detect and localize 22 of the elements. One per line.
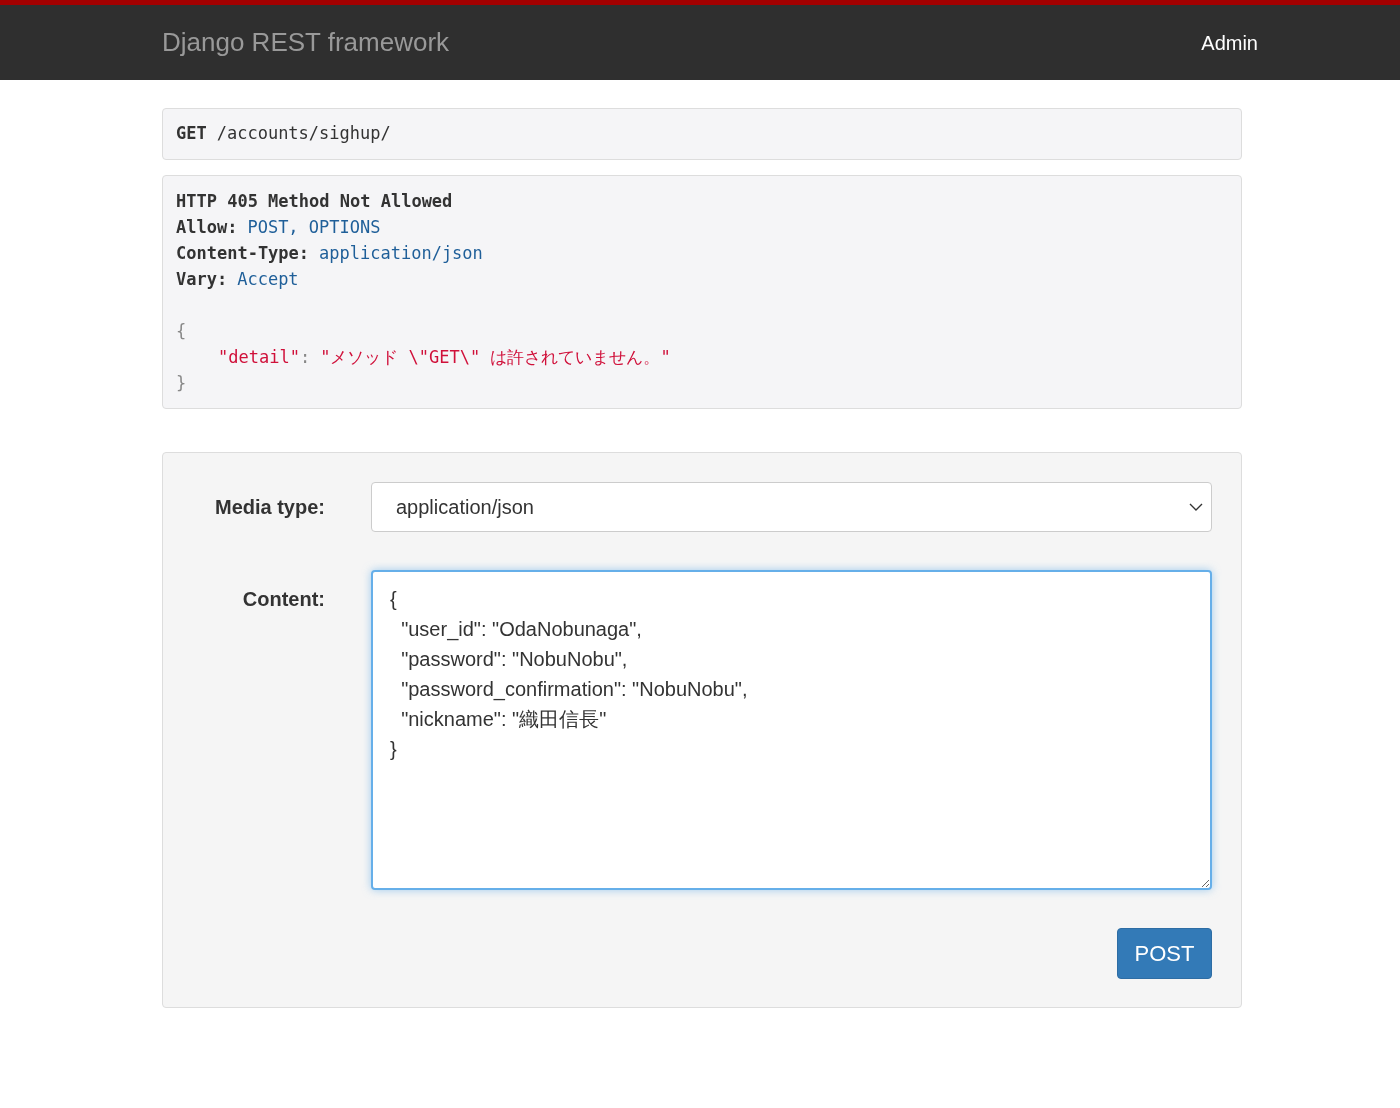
request-path: /accounts/sighup/	[216, 122, 391, 146]
request-method: GET	[176, 122, 207, 146]
json-value: "メソッド \"GET\" は許されていません。"	[320, 346, 671, 369]
content-field[interactable]: { "user_id": "OdaNobunaga", "password": "NobuNobu", "password_confirmation": "NobuNobu", "nickname": "織田信長" }	[371, 570, 1212, 890]
json-colon: :	[299, 346, 311, 369]
header-value: application/json	[319, 242, 483, 265]
header-value: POST, OPTIONS	[247, 216, 381, 239]
brand-title[interactable]: Django REST framework	[162, 23, 450, 62]
user-menu[interactable]: Admin	[1201, 27, 1258, 58]
media-type-label: Media type:	[213, 495, 325, 520]
header-name: Content-Type:	[176, 242, 310, 265]
post-button[interactable]: POST	[1117, 928, 1212, 979]
json-brace: }	[176, 372, 187, 395]
json-key: "detail"	[218, 344, 300, 370]
header-name: Allow:	[176, 216, 238, 239]
header-name: Vary:	[176, 268, 228, 291]
json-brace: {	[176, 320, 187, 343]
header-value: Accept	[237, 268, 299, 291]
response-status: HTTP 405 Method Not Allowed	[176, 190, 453, 213]
media-type-select[interactable]: application/json	[371, 482, 1212, 532]
content-label: Content:	[241, 587, 325, 612]
chevron-down-icon	[1189, 503, 1203, 511]
